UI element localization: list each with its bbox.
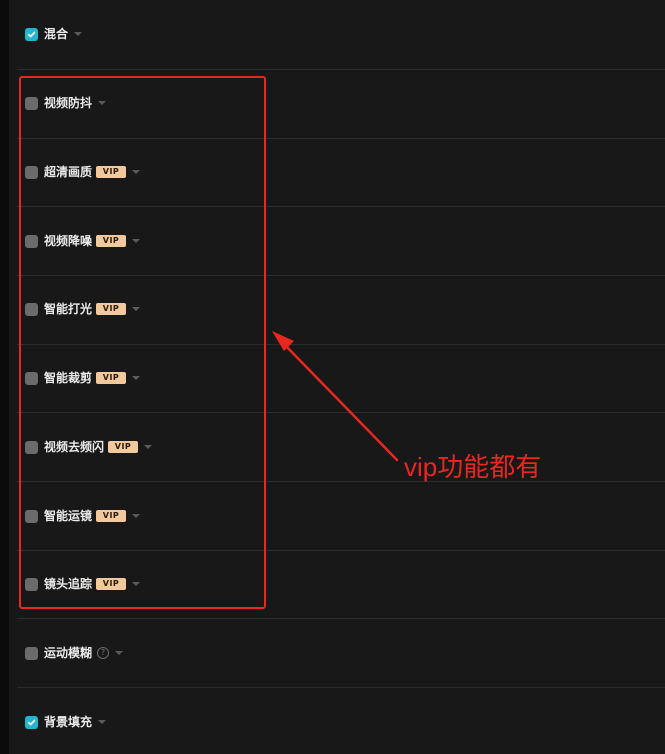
chevron-down-icon[interactable] [115, 650, 124, 655]
left-edge-strip [0, 0, 9, 754]
option-label-wrap: 背景填充 [44, 712, 107, 732]
option-label: 背景填充 [44, 715, 93, 729]
chevron-down-icon[interactable] [98, 719, 107, 724]
annotation-highlight-box [19, 76, 266, 609]
option-row-blend[interactable]: 混合 [9, 24, 665, 44]
checkmark-icon [27, 31, 36, 37]
option-label: 混合 [44, 27, 69, 41]
help-icon[interactable]: ? [97, 646, 110, 659]
option-row-motion-blur[interactable]: 运动模糊? [9, 643, 665, 663]
checkbox-unchecked[interactable] [25, 646, 38, 660]
checkbox-checked[interactable] [25, 27, 38, 41]
annotation-text: vip功能都有 [404, 452, 542, 482]
option-row-background-fill[interactable]: 背景填充 [9, 712, 665, 732]
divider [17, 618, 665, 619]
divider [17, 69, 665, 70]
divider [17, 687, 665, 688]
option-label-wrap: 运动模糊? [44, 643, 124, 663]
option-label-wrap: 混合 [44, 24, 83, 44]
checkmark-icon [27, 719, 36, 725]
chevron-down-icon[interactable] [74, 31, 83, 36]
checkbox-checked[interactable] [25, 715, 38, 729]
option-label: 运动模糊 [44, 646, 93, 660]
